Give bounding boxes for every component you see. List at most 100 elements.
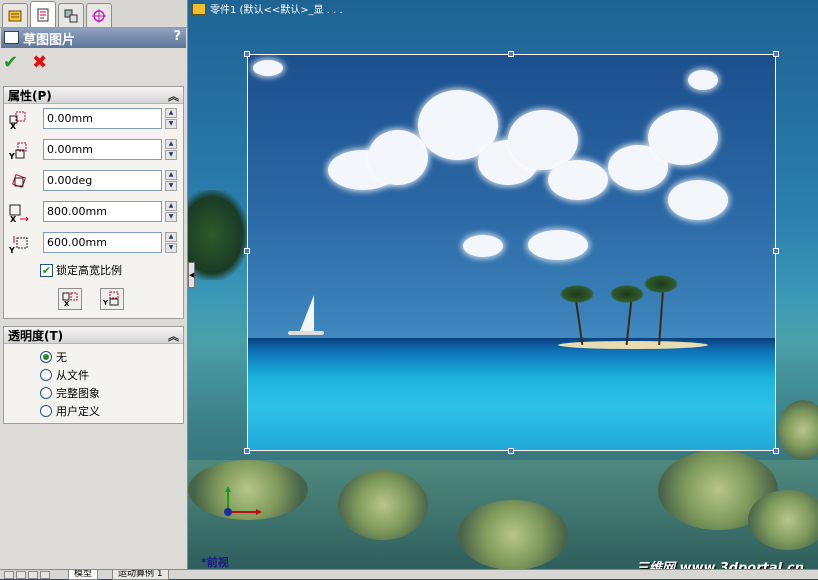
y-position-row: Y ▲▼ <box>8 139 178 161</box>
collapse-icon[interactable]: ︽ <box>168 88 179 104</box>
sea <box>248 338 775 450</box>
width-spinner[interactable]: ▲ ▼ <box>165 201 177 222</box>
angle-icon <box>11 173 27 189</box>
width-row: X ▲▼ <box>8 201 178 223</box>
x-position-input[interactable] <box>43 108 162 129</box>
width-input[interactable] <box>43 201 162 222</box>
height-spinner[interactable]: ▲ ▼ <box>165 232 177 253</box>
resize-handle[interactable] <box>508 51 514 57</box>
spin-down-icon[interactable]: ▼ <box>165 212 177 222</box>
panel-collapse-handle[interactable]: ◀ <box>188 262 195 288</box>
spin-down-icon[interactable]: ▼ <box>165 243 177 253</box>
radio-label: 完整图象 <box>56 387 100 400</box>
resize-handle[interactable] <box>244 448 250 454</box>
ok-cancel-bar: ✔ ✖ <box>3 54 47 72</box>
target-icon <box>92 8 106 23</box>
panel-title-bar: 草图图片 ? <box>1 28 186 48</box>
first-tab-arrow-icon[interactable] <box>4 571 14 579</box>
properties-group-title: 属性(P) <box>8 88 52 103</box>
part-icon <box>192 2 206 15</box>
flip-horizontal-button[interactable]: X <box>58 288 82 310</box>
y-position-input[interactable] <box>43 139 162 160</box>
reference-triad-icon <box>224 486 262 516</box>
ok-button[interactable]: ✔ <box>3 54 18 72</box>
svg-text:Y: Y <box>8 246 15 254</box>
underwater-background <box>188 450 818 569</box>
transparency-group-header[interactable]: 透明度(T) ︽ <box>4 327 183 344</box>
collapse-icon[interactable]: ︽ <box>168 328 179 344</box>
width-icon: X <box>9 204 29 223</box>
spin-down-icon[interactable]: ▼ <box>165 181 177 191</box>
part-name: 零件1 (默认<<默认>_显 . . . <box>210 5 343 16</box>
featuremanager-tab[interactable] <box>2 3 28 27</box>
flip-horizontal-icon: X <box>62 292 78 307</box>
height-input[interactable] <box>43 232 162 253</box>
help-button[interactable]: ? <box>173 29 181 44</box>
radio-label: 无 <box>56 351 67 364</box>
resize-handle[interactable] <box>773 448 779 454</box>
resize-handle[interactable] <box>773 51 779 57</box>
radio-indicator[interactable] <box>40 387 52 399</box>
angle-spinner[interactable]: ▲ ▼ <box>165 170 177 191</box>
property-manager-panel: 草图图片 ? ✔ ✖ 属性(P) ︽ X ▲▼ Y ▲▼ ▲▼ X ▲▼ <box>0 0 188 569</box>
height-icon: Y <box>8 236 28 254</box>
last-tab-arrow-icon[interactable] <box>40 571 50 579</box>
dimxpert-tab[interactable] <box>86 3 112 27</box>
properties-group-header[interactable]: 属性(P) ︽ <box>4 87 183 104</box>
resize-handle[interactable] <box>244 51 250 57</box>
checkbox-check-icon[interactable]: ✔ <box>40 263 53 277</box>
spin-down-icon[interactable]: ▼ <box>165 150 177 160</box>
flip-horizontal-label: X <box>64 300 70 307</box>
next-tab-arrow-icon[interactable] <box>28 571 38 579</box>
spin-up-icon[interactable]: ▲ <box>165 232 177 242</box>
radio-indicator[interactable] <box>40 405 52 417</box>
x-position-spinner[interactable]: ▲ ▼ <box>165 108 177 129</box>
panel-title: 草图图片 <box>23 32 76 48</box>
transparency-group-title: 透明度(T) <box>8 328 64 343</box>
featuremanager-icon <box>8 10 22 21</box>
y-position-spinner[interactable]: ▲ ▼ <box>165 139 177 160</box>
resize-handle[interactable] <box>773 248 779 254</box>
spin-up-icon[interactable]: ▲ <box>165 201 177 211</box>
bottom-tab-strip: 模型 运动算例 1 <box>0 569 818 580</box>
x-position-row: X ▲▼ <box>8 108 178 130</box>
radio-indicator[interactable] <box>40 351 52 363</box>
radio-label: 用户定义 <box>56 405 100 418</box>
coral-decoration <box>778 400 818 460</box>
sailboat <box>300 295 314 331</box>
resize-handle[interactable] <box>508 448 514 454</box>
view-orientation-label: *前视 <box>201 556 229 569</box>
feature-tree-flyout[interactable]: 零件1 (默认<<默认>_显 . . . <box>192 1 343 16</box>
spin-up-icon[interactable]: ▲ <box>165 139 177 149</box>
propertymanager-tab[interactable] <box>30 1 56 27</box>
transparency-from-file-radio[interactable]: 从文件 <box>40 367 89 383</box>
spin-down-icon[interactable]: ▼ <box>165 119 177 129</box>
manager-tabs <box>0 0 187 28</box>
flip-vertical-label: Y <box>103 299 109 307</box>
spin-up-icon[interactable]: ▲ <box>165 108 177 118</box>
spin-up-icon[interactable]: ▲ <box>165 170 177 180</box>
graphics-area[interactable]: 零件1 (默认<<默认>_显 . . . ◀ *前视 三维网 www.3dpor… <box>188 0 818 569</box>
transparency-none-radio[interactable]: 无 <box>40 349 67 365</box>
sketch-picture[interactable] <box>247 54 776 451</box>
propertymanager-icon <box>37 8 49 21</box>
prev-tab-arrow-icon[interactable] <box>16 571 26 579</box>
transparency-full-image-radio[interactable]: 完整图象 <box>40 385 100 401</box>
angle-input[interactable] <box>43 170 162 191</box>
lock-aspect-checkbox[interactable]: ✔ 锁定高宽比例 <box>40 262 122 278</box>
lock-aspect-label: 锁定高宽比例 <box>56 264 122 277</box>
configurationmanager-icon <box>64 9 78 22</box>
configurationmanager-tab[interactable] <box>58 3 84 27</box>
flip-vertical-button[interactable]: Y <box>100 288 124 310</box>
svg-text:X: X <box>10 215 17 223</box>
transparency-user-defined-radio[interactable]: 用户定义 <box>40 403 100 419</box>
angle-row: ▲▼ <box>8 170 178 192</box>
resize-handle[interactable] <box>244 248 250 254</box>
y-position-icon: Y <box>8 142 27 161</box>
transparency-group: 透明度(T) ︽ 无 从文件 完整图象 用户定义 <box>3 326 184 424</box>
radio-indicator[interactable] <box>40 369 52 381</box>
radio-label: 从文件 <box>56 369 89 382</box>
cancel-button[interactable]: ✖ <box>32 54 47 72</box>
x-position-icon: X <box>9 111 26 130</box>
background-foliage <box>188 190 248 280</box>
